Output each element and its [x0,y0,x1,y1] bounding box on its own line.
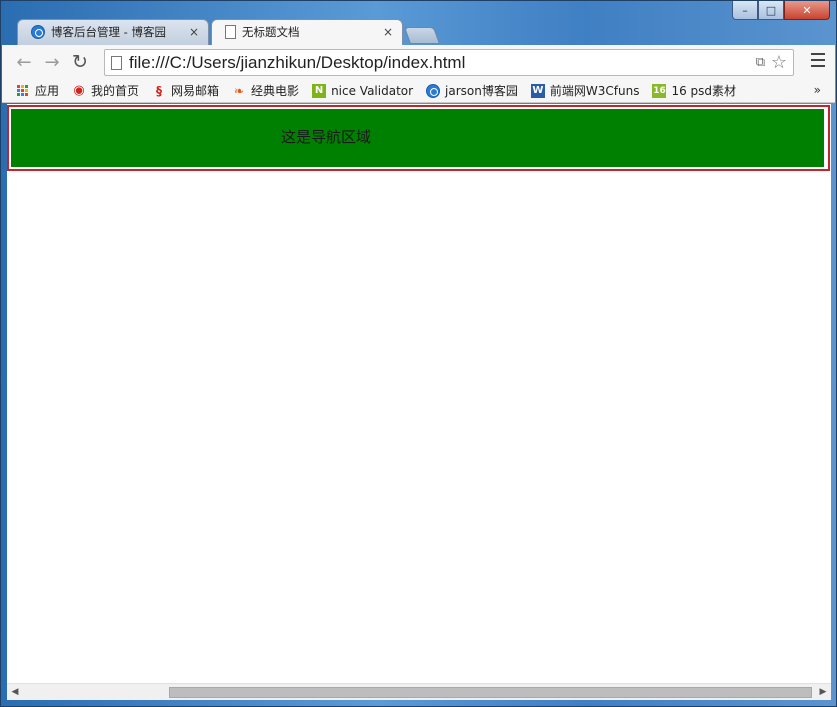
tab-strip: 博客后台管理 - 博客园 × 无标题文档 × [11,19,451,45]
16-icon: 16 [652,83,667,98]
w-icon: W [530,83,545,98]
close-tab-icon[interactable]: × [383,25,393,39]
back-button[interactable]: ← [10,48,38,76]
scroll-right-icon[interactable]: ▶ [817,686,829,698]
window-controls: – □ ✕ [732,1,830,21]
tab-untitled-document[interactable]: 无标题文档 × [211,19,403,45]
tab-title: 博客后台管理 - 博客园 [51,25,166,39]
bookmark-w3cfuns[interactable]: W 前端网W3Cfuns [530,82,640,99]
n-icon: N [312,83,327,98]
bookmark-label: 我的首页 [91,84,140,98]
browser-window: – □ ✕ 博客后台管理 - 博客园 × 无标题文档 × ← → ↻ file:… [0,0,837,707]
toolbar: ← → ↻ file:///C:/Users/jianzhikun/Deskto… [2,45,835,79]
new-tab-button[interactable] [403,27,441,44]
menu-icon[interactable] [811,53,825,67]
maximize-button[interactable]: □ [758,1,784,20]
page-icon [111,55,122,70]
bookmark-label: 经典电影 [251,84,300,98]
close-tab-icon[interactable]: × [189,25,199,39]
navigation-area-text: 这是导航区域 [281,128,372,146]
scroll-left-icon[interactable]: ◀ [9,686,21,698]
scrollbar-thumb[interactable] [169,687,812,698]
address-bar[interactable]: file:///C:/Users/jianzhikun/Desktop/inde… [104,49,794,76]
close-window-button[interactable]: ✕ [784,1,830,20]
bookmark-weibo[interactable]: ◉ 我的首页 [72,82,139,99]
weibo-icon: ◉ [73,83,85,98]
bookmark-label: 网易邮箱 [171,84,220,98]
bookmark-label: jarson博客园 [445,84,518,98]
leaf-icon: ❧ [234,83,245,98]
tab-cnblogs-admin[interactable]: 博客后台管理 - 博客园 × [17,19,209,45]
cnblogs-icon [426,83,441,98]
netease-icon: § [156,83,163,98]
bookmark-label: 16 psd素材 [671,84,737,98]
url-text[interactable]: file:///C:/Users/jianzhikun/Desktop/inde… [129,53,465,73]
bookmark-16psd[interactable]: 16 16 psd素材 [652,82,736,99]
horizontal-scrollbar[interactable]: ◀ ▶ [7,683,831,700]
bookmark-label: nice Validator [331,83,414,98]
apps-icon [16,84,30,98]
navigation-area: 这是导航区域 [7,105,830,171]
bookmark-apps[interactable]: 应用 [16,82,59,99]
bookmark-netease-mail[interactable]: § 网易邮箱 [152,82,219,99]
bookmark-nice-validator[interactable]: N nice Validator [312,83,414,98]
tab-title: 无标题文档 [242,25,300,39]
navigation-area-inner: 这是导航区域 [11,109,826,167]
bookmark-label: 应用 [35,84,60,98]
forward-button[interactable]: → [38,48,66,76]
cnblogs-icon [31,25,45,39]
bookmark-jarson-cnblogs[interactable]: jarson博客园 [426,82,518,99]
bookmark-label: 前端网W3Cfuns [549,84,640,98]
page-icon [225,25,236,39]
page-viewport: 这是导航区域 [7,104,831,683]
bookmark-star-icon[interactable]: ☆ [771,52,787,73]
bookmark-classic-movies[interactable]: ❧ 经典电影 [232,82,299,99]
translate-icon[interactable]: ⧉ [756,55,765,70]
bookmarks-overflow-icon[interactable]: » [814,83,821,97]
reload-button[interactable]: ↻ [66,48,94,76]
minimize-button[interactable]: – [732,1,758,20]
bookmarks-bar: 应用 ◉ 我的首页 § 网易邮箱 ❧ 经典电影 N nice Validator… [2,79,835,103]
